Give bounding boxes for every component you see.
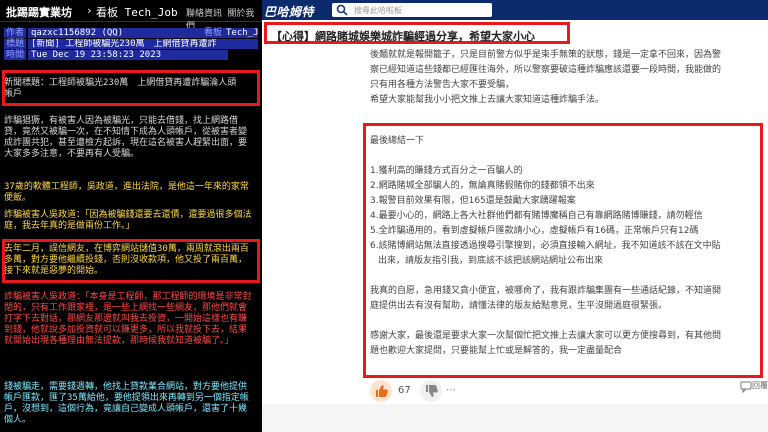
post-title-highlight: 【心得】網路賭城娛樂城詐騙經過分享，希望大家小心 — [264, 22, 570, 44]
intro-text: 後麵就就是報開籠子，只是目前警方似乎是束手無策的狀態，錢是一定拿不回來，因為警 … — [370, 48, 762, 108]
meta-time: Tue Dec 19 23:58:23 2023 — [28, 50, 228, 60]
ptt-brand[interactable]: 批踢踢實業坊 — [6, 4, 72, 20]
like-count: 67 — [398, 385, 411, 396]
meta-board-key: 看板 — [204, 28, 226, 38]
article-para-3: 詐騙被害人吳政道：「因為被騙錢還要去還債，還要過很多個法庭，我去年真的是做兩份工… — [4, 210, 252, 231]
intro-line: 後麵就就是報開籠子，只是目前警方似乎是束手無策的狀態，錢是一定拿不回來，因為警 — [370, 50, 722, 60]
summary-item: 2.網路賭城全部騙人的，無論真賭假賭你的錢都領不出來 — [370, 181, 595, 191]
dislike-button[interactable] — [420, 380, 442, 402]
summary-item: 6.該賭博網站無法直接透過搜尋引擎搜到，必須直接輸入網址，我不知道該不該在文中貼 — [370, 241, 721, 251]
intro-line: 只有用各種方法警告大家不要受騙， — [370, 80, 515, 90]
post-title: 【心得】網路賭城娛樂城詐騙經過分享，希望大家小心 — [271, 30, 535, 43]
summary-heading: 最後總結一下 — [370, 136, 425, 146]
ptt-terminal: 批踢踢實業坊 › 看板 Tech_Job 聯絡資訊 關於我們 作者 qazxc1… — [0, 0, 262, 432]
closing-line: 我真的自愿，急用錢又貪小便宜，被哪肏了，我有跟詐騙集團有一些通話紀錄，不知道開 — [370, 286, 722, 296]
article-para-1: 詐騙猖獗，有被害人因為被騙光，只能去借錢，找上網路借貸，竟然又被騙一次，在不知情… — [4, 116, 248, 159]
highlight-box-para-4 — [2, 239, 260, 283]
meta-author: qazxc1156892 (QQ) — [28, 28, 228, 38]
intro-line: 察已經知道這些錢都已經匯往海外，所以警察要破這種詐騙應該還要一段時間，我能做的 — [370, 65, 722, 75]
thanks-line: 感謝大家，最後還是要求大家一次幫個忙把文推上去讓大家可以更方便搜尋到，有其他問 — [370, 331, 722, 341]
summary-item-continued: 出來，請版友指引我，到底該不該把該網站網址公布出來 — [378, 256, 604, 266]
forum-page: 巴哈姆特 搜尋此哈啦板 【心得】網路賭城娛樂城詐騙經過分享，希望大家小心 後麵就… — [262, 0, 768, 432]
article-para-2: 37歲的軟體工程師，吳政道，進出法院，是他這一年來的家常便飯。 — [4, 182, 249, 203]
summary-section: 最後總結一下 1.獲利高的賺錢方式百分之一百騙人的 2.網路賭城全部騙人的，無論… — [370, 134, 760, 359]
highlight-box-news-title — [2, 70, 260, 106]
forum-logo[interactable]: 巴哈姆特 — [264, 3, 314, 20]
meta-board: Tech_Job — [226, 28, 258, 38]
breadcrumb-separator: › — [86, 4, 93, 17]
article-meta: 作者 qazxc1156892 (QQ) 看板 Tech_Job 標題 [新聞]… — [4, 28, 258, 61]
article-para-6: 錢被騙走，需要錢週轉，他找上貸款業合網站，對方要他提供帳戶匯款，匯了35萬給他，… — [4, 382, 249, 425]
meta-time-row: 時間 Tue Dec 19 23:58:23 2023 — [4, 50, 258, 60]
closing-line: 庭提供出去有沒有幫助，請懂法律的版友給點意見，生平沒開過庭很緊張。 — [370, 301, 668, 311]
summary-item: 3.報警目前效果有限，但165還是鼓勵大家踴躍報案 — [370, 196, 576, 206]
meta-title-row: 標題 [新聞] 工程師被騙光230萬 上網借貸再遭詐 — [4, 39, 258, 49]
intro-line: 希望大家能幫我小小把文推上去讓大家知道這種詐騙手法。 — [370, 95, 605, 105]
forum-header: 巴哈姆特 搜尋此哈啦板 — [262, 0, 768, 20]
meta-time-key: 時間 — [4, 50, 26, 60]
meta-author-row: 作者 qazxc1156892 (QQ) 看板 Tech_Job — [4, 28, 258, 38]
ptt-topbar: 批踢踢實業坊 › 看板 Tech_Job 聯絡資訊 關於我們 — [0, 0, 262, 32]
thumbs-up-icon — [376, 385, 388, 397]
meta-title: [新聞] 工程師被騙光230萬 上網借貸再遭詐 — [28, 39, 258, 49]
reaction-bar: 67 ⋯ — [370, 380, 760, 404]
thumbs-down-icon — [426, 385, 438, 397]
summary-item: 4.最要小心的，網路上各大社群他們都有賭博魔稱自己有靠網路賭博賺錢，請勿輕信 — [370, 211, 703, 221]
like-button[interactable] — [370, 380, 392, 402]
reply-label[interactable]: 回覆 — [752, 380, 768, 391]
summary-item: 5.全詐騙通用的，看到虛擬帳戶匯款請小心，虛擬帳戶有16碼，正常帳戶只有12碼 — [370, 226, 699, 236]
meta-title-key: 標題 — [4, 39, 26, 49]
page-footer — [262, 404, 768, 432]
search-placeholder: 搜尋此哈啦板 — [354, 6, 402, 15]
article-para-5: 詐騙被害人吳政道：「本身是工程師，那工程師的環境是非常封閉的，只有工作跟家裡，是… — [4, 292, 252, 346]
more-options-icon[interactable]: ⋯ — [446, 385, 456, 396]
thanks-line: 題也歡迎大家提問，只要能幫上忙或是解答的，我一定盡量配合 — [370, 346, 623, 356]
board-link[interactable]: 看板 Tech_Job — [96, 4, 178, 20]
search-icon[interactable] — [336, 4, 348, 16]
meta-author-key: 作者 — [4, 28, 26, 38]
summary-item: 1.獲利高的賺錢方式百分之一百騙人的 — [370, 166, 523, 176]
